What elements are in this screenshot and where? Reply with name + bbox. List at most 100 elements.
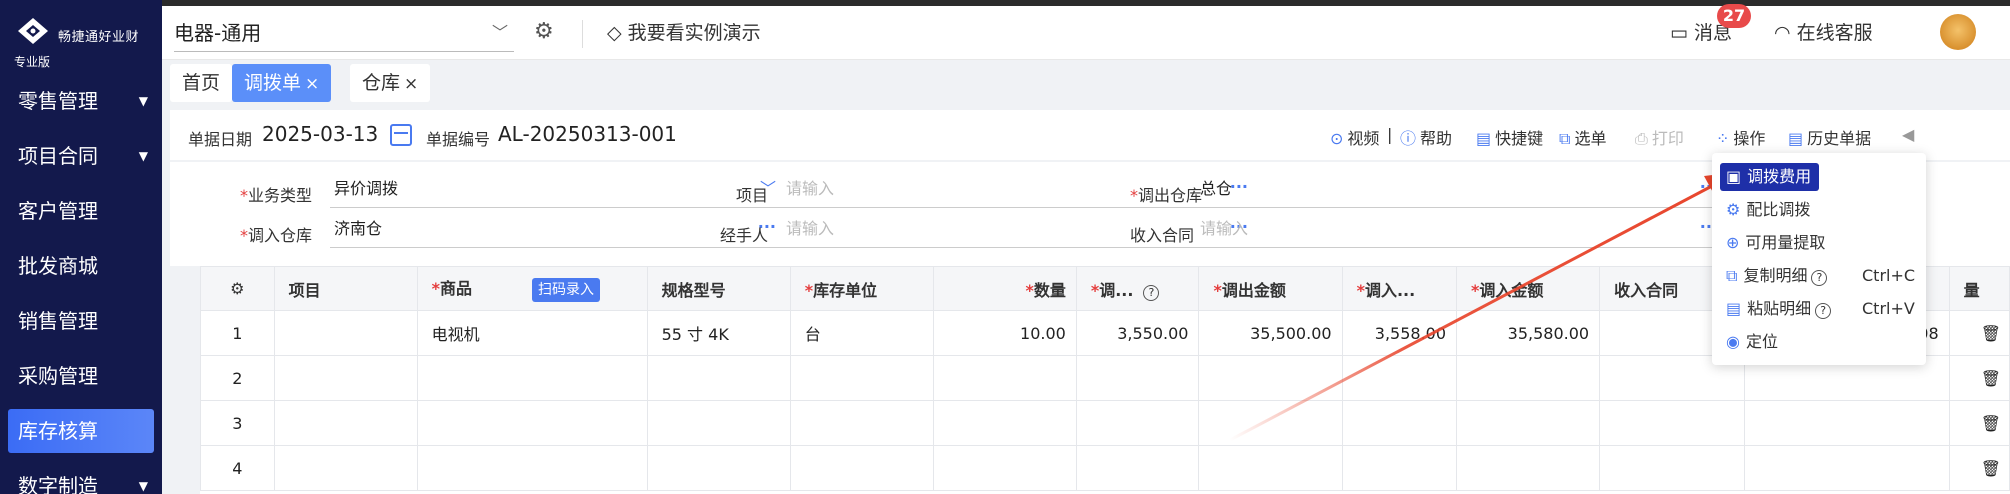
menu-item-transfer-fee[interactable]: ▣ 调拨费用 [1720, 163, 1820, 191]
online-support-button[interactable]: ◠ 在线客服 [1774, 18, 1873, 45]
cell-empty[interactable] [416, 355, 648, 401]
sidebar-item-purchase[interactable]: 采购管理 [0, 349, 162, 404]
sidebar-item-customer[interactable]: 客户管理 [0, 184, 162, 239]
delete-row-cell[interactable]: 🗑 [1948, 445, 2010, 491]
cell-empty[interactable] [646, 355, 791, 401]
cell-empty[interactable] [1456, 355, 1601, 401]
close-icon[interactable]: × [305, 74, 319, 94]
menu-item-paste-detail[interactable]: ▤ 粘贴明细? Ctrl+V [1720, 295, 1920, 323]
cell-empty[interactable] [789, 400, 934, 446]
trash-icon[interactable]: 🗑 [1981, 369, 2001, 388]
demo-link[interactable]: ◇ 我要看实例演示 [607, 18, 761, 45]
cell-empty[interactable] [1341, 445, 1458, 491]
play-icon: ⊙ [1330, 129, 1344, 148]
help-button[interactable]: ⓘ 帮助 [1400, 125, 1452, 149]
date-value[interactable]: 2025-03-13 [262, 122, 378, 146]
brand-logo[interactable]: 畅捷通好业财 专业版 [0, 0, 162, 74]
cell-project[interactable] [273, 310, 418, 356]
tab-warehouse[interactable]: 仓库 × [350, 64, 431, 102]
history-button[interactable]: ▤ 历史单据 [1788, 125, 1871, 149]
cell-empty[interactable] [646, 445, 791, 491]
cell-product[interactable]: 电视机 [416, 310, 648, 356]
trash-icon[interactable]: 🗑 [1981, 459, 2001, 478]
question-icon[interactable]: ? [1815, 303, 1832, 319]
trash-icon[interactable]: 🗑 [1981, 414, 2001, 433]
question-icon[interactable]: ? [1811, 270, 1828, 286]
sidebar-item-sales[interactable]: 销售管理 [0, 294, 162, 349]
user-avatar[interactable] [1940, 14, 1976, 50]
delete-row-cell[interactable]: 🗑 [1948, 400, 2010, 446]
calendar-icon[interactable] [390, 124, 412, 146]
cell-empty[interactable] [273, 355, 418, 401]
cell-empty[interactable] [1198, 400, 1343, 446]
table-row[interactable]: 3 🗑 [200, 400, 2010, 446]
sidebar-item-inventory[interactable]: 库存核算 [8, 409, 154, 453]
cell-in-amount[interactable]: 35,580.00 [1456, 310, 1601, 356]
cell-unit[interactable]: 台 [789, 310, 934, 356]
cell-empty[interactable] [1599, 445, 1746, 491]
sidebar-item-wholesale[interactable]: 批发商城 [0, 239, 162, 294]
settings-gear-icon[interactable]: ⚙ [534, 20, 558, 44]
scan-input-button[interactable]: 扫码录入 [532, 278, 601, 302]
print-button[interactable]: ⎙ 打印 [1635, 125, 1684, 149]
header-divider [582, 20, 583, 48]
cell-out-amount[interactable]: 35,500.00 [1198, 310, 1343, 356]
cell-empty[interactable] [1198, 445, 1343, 491]
cell-empty[interactable] [416, 400, 648, 446]
cell-empty[interactable] [1341, 400, 1458, 446]
cell-empty[interactable] [1198, 355, 1343, 401]
cell-empty[interactable] [1075, 445, 1200, 491]
menu-item-ratio-transfer[interactable]: ⚙ 配比调拨 [1720, 196, 1810, 224]
close-icon[interactable]: × [404, 74, 418, 94]
cell-empty[interactable] [416, 445, 648, 491]
cell-empty[interactable] [1075, 355, 1200, 401]
out-warehouse-field[interactable]: 总仓 ··· [1196, 172, 1726, 208]
table-row[interactable]: 4 🗑 [200, 445, 2010, 491]
cell-empty[interactable] [1744, 400, 1950, 446]
select-order-button[interactable]: ⧉ 选单 [1559, 125, 1606, 149]
sidebar-item-project-contract[interactable]: 项目合同 ▼ [0, 129, 162, 184]
cell-in-price[interactable]: 3,558.00 [1341, 310, 1458, 356]
in-warehouse-field[interactable]: 济南仓 ··· [330, 212, 784, 248]
biz-type-select[interactable]: 异价调拨 ﹀ [330, 172, 784, 208]
col-header: 项目 [273, 266, 418, 311]
cell-empty[interactable] [1599, 400, 1746, 446]
cell-empty[interactable] [1744, 445, 1950, 491]
biz-type-value: 异价调拨 [334, 179, 399, 198]
delete-row-cell[interactable]: 🗑 [1948, 310, 2010, 356]
cell-empty[interactable] [932, 400, 1077, 446]
cell-empty[interactable] [646, 400, 791, 446]
delete-row-cell[interactable]: 🗑 [1948, 355, 2010, 401]
cell-empty[interactable] [273, 400, 418, 446]
income-contract-field[interactable]: 请输入 ··· [1196, 212, 1726, 248]
cell-empty[interactable] [1456, 445, 1601, 491]
cell-out-price[interactable]: 3,550.00 [1075, 310, 1200, 356]
column-settings-cell[interactable]: ⚙ [200, 266, 275, 311]
tab-home[interactable]: 首页 [170, 64, 233, 102]
chevron-left-icon[interactable]: ◀ [1902, 125, 1914, 144]
menu-item-available-extract[interactable]: ⊕ 可用量提取 [1720, 229, 1825, 257]
cell-spec[interactable]: 55 寸 4K [646, 310, 791, 356]
operate-button[interactable]: ⁘ 操作 [1716, 125, 1765, 149]
sidebar-item-retail[interactable]: 零售管理 ▼ [0, 74, 162, 129]
tab-transfer-order[interactable]: 调拨单 × [232, 64, 332, 102]
doc-number-value[interactable]: AL-20250313-001 [498, 122, 677, 146]
cell-empty[interactable] [789, 445, 934, 491]
question-icon[interactable]: ? [1143, 284, 1160, 301]
cell-empty[interactable] [789, 355, 934, 401]
menu-item-copy-detail[interactable]: ⧉ 复制明细? Ctrl+C [1720, 262, 1920, 290]
menu-item-locate[interactable]: ◉ 定位 [1720, 328, 1778, 356]
cell-empty[interactable] [932, 445, 1077, 491]
trash-icon[interactable]: 🗑 [1981, 324, 2001, 343]
cell-empty[interactable] [273, 445, 418, 491]
cell-qty[interactable]: 10.00 [932, 310, 1077, 356]
sidebar-item-manufacturing[interactable]: 数字制造 ▼ [0, 459, 162, 494]
cell-empty[interactable] [1075, 400, 1200, 446]
shortcut-button[interactable]: ▤ 快捷键 [1476, 125, 1543, 149]
cell-empty[interactable] [1341, 355, 1458, 401]
cell-empty[interactable] [932, 355, 1077, 401]
account-set-select[interactable]: 电器-通用 ﹀ [174, 14, 514, 52]
cell-empty[interactable] [1456, 400, 1601, 446]
settings-gear-icon[interactable]: ⚙ [230, 279, 244, 298]
video-button[interactable]: ⊙ 视频 [1330, 125, 1379, 149]
